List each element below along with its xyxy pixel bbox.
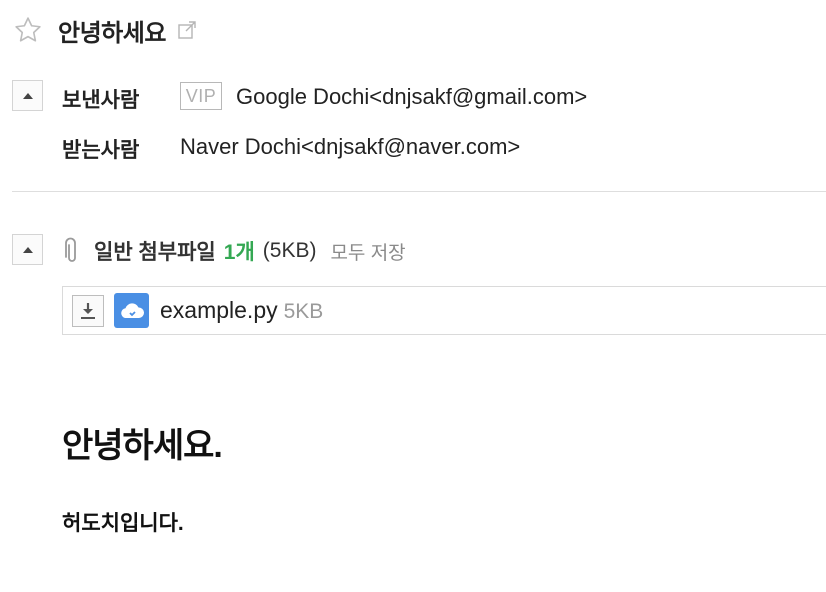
star-icon[interactable]	[12, 14, 44, 46]
subject-title: 안녕하세요	[58, 19, 166, 47]
chevron-up-icon	[22, 92, 33, 99]
download-icon	[81, 303, 95, 319]
subject-row: 안녕하세요	[12, 12, 198, 48]
header-divider	[12, 191, 826, 192]
vip-badge[interactable]: VIP	[180, 82, 222, 110]
chevron-up-icon	[22, 246, 33, 253]
attachments-collapse-button[interactable]	[12, 234, 43, 265]
header-collapse-button[interactable]	[12, 80, 43, 111]
save-all-button[interactable]: 모두 저장	[330, 238, 405, 265]
attachments-total-size: (5KB)	[262, 239, 317, 262]
attachment-file-name: example.py	[160, 297, 278, 323]
sender-label: 보낸사람	[62, 89, 140, 112]
paperclip-icon	[62, 236, 82, 266]
recipient-label: 받는사람	[62, 139, 140, 162]
body-heading: 안녕하세요.	[62, 427, 223, 465]
attachment-file-size: 5KB	[283, 300, 324, 323]
body-text: 허도치입니다.	[62, 512, 184, 535]
attachments-header: 일반 첨부파일 1개 (5KB) 모두 저장	[62, 234, 406, 268]
attachments-label: 일반 첨부파일	[94, 241, 216, 264]
external-link-icon[interactable]	[176, 19, 198, 41]
mail-view: 안녕하세요 보낸사람 VIP Google Dochi<dnjsakf@gmai…	[0, 0, 826, 592]
cloud-save-button[interactable]	[114, 293, 149, 328]
attachment-file-link[interactable]: example.py 5KB	[160, 297, 323, 324]
sender-address[interactable]: Google Dochi<dnjsakf@gmail.com>	[236, 84, 587, 110]
recipient-address[interactable]: Naver Dochi<dnjsakf@naver.com>	[180, 134, 520, 160]
attachments-count: 1개	[223, 241, 255, 264]
attachment-list: example.py 5KB	[62, 286, 826, 335]
download-button[interactable]	[72, 295, 104, 327]
cloud-icon	[120, 302, 144, 318]
